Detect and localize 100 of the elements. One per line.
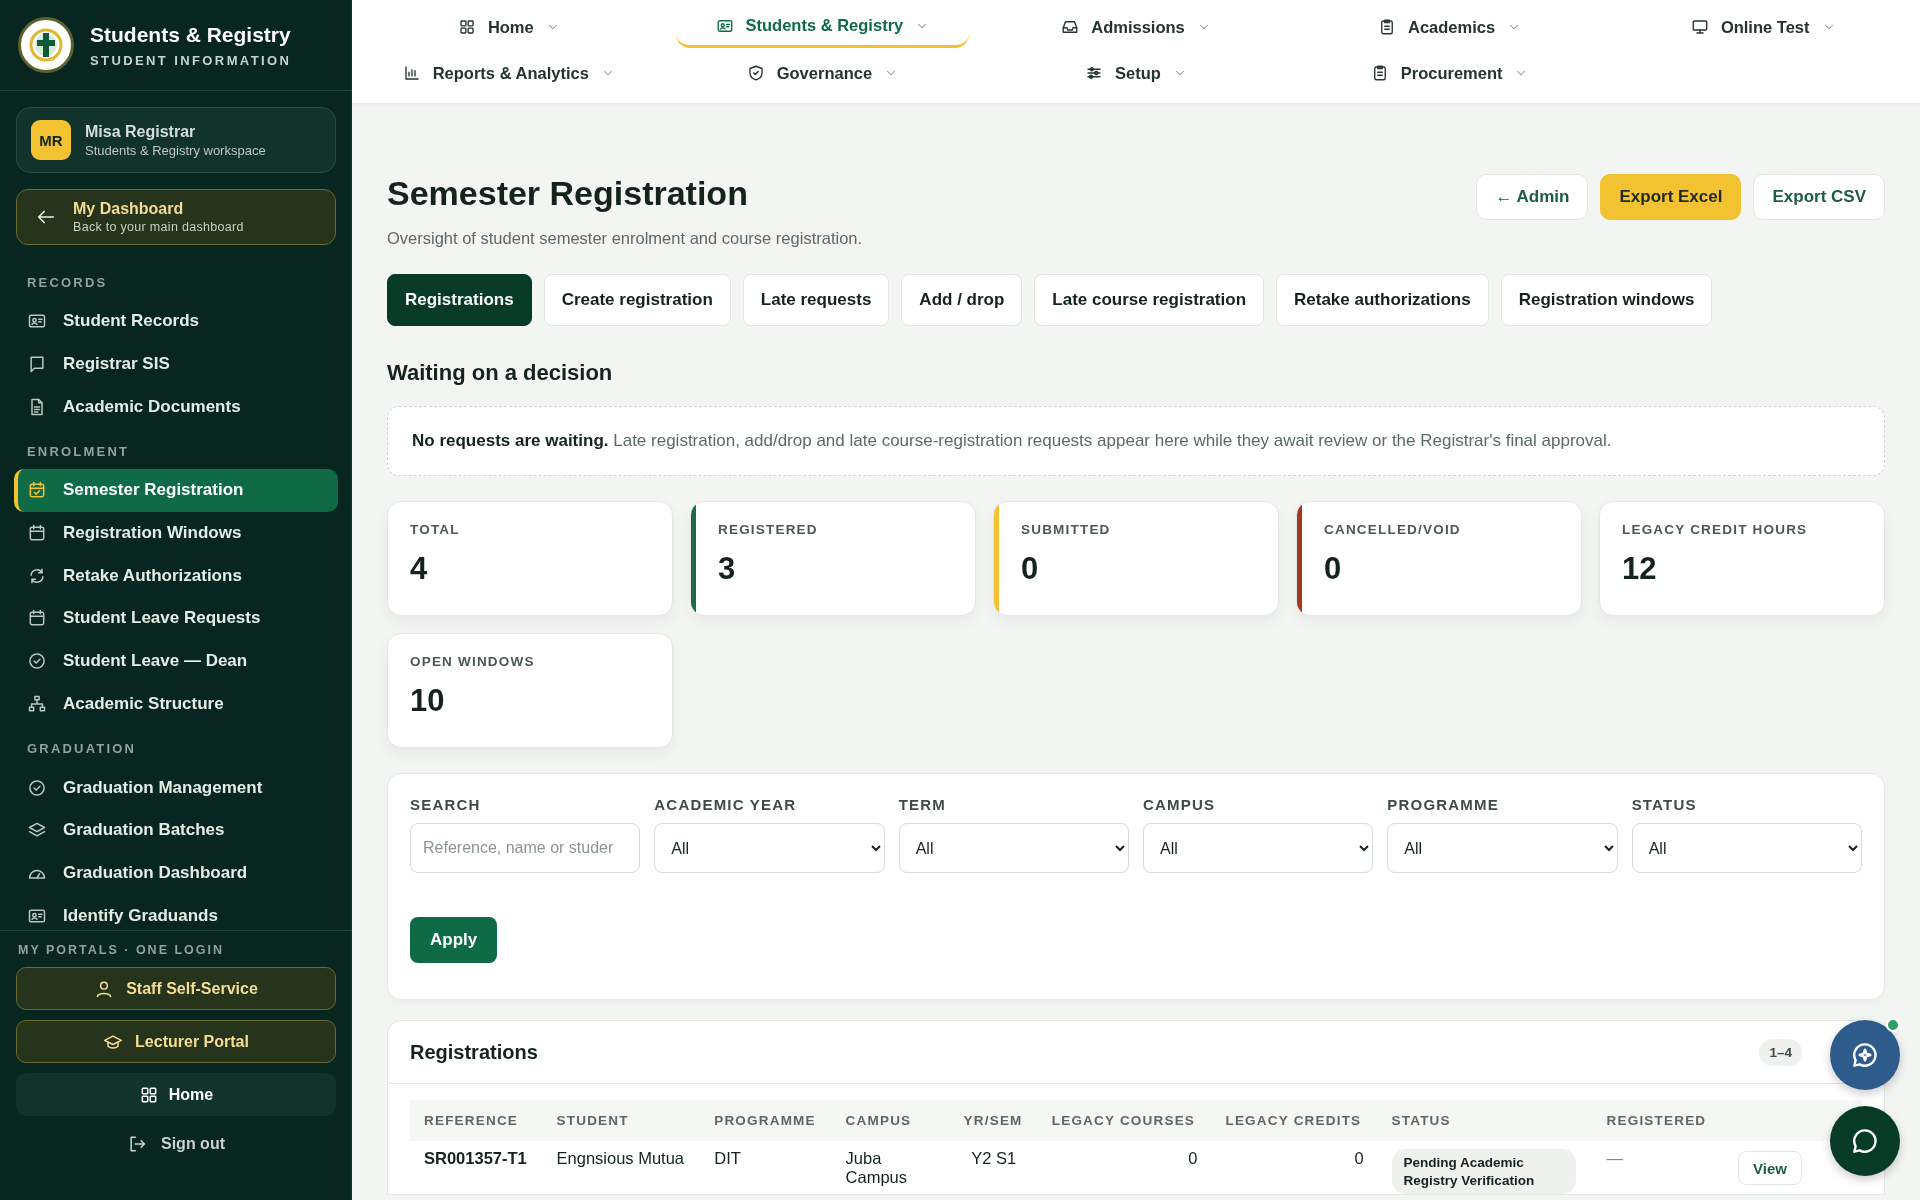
dashboard-link-title: My Dashboard [73,200,185,218]
nav-menu-item[interactable]: Home [417,6,600,48]
section-heading: GRADUATION [26,740,138,759]
field-label: TERM [898,796,947,813]
nav-menu-item[interactable]: Reports & Analytics [362,52,655,94]
table-cell: Y2 S1 [949,1141,1038,1195]
user-workspace: Students & Registry workspace [85,142,266,158]
view-button[interactable]: View [1738,1151,1802,1185]
app-title: Students & Registry [90,22,292,47]
sign-out-icon [127,1134,147,1154]
sidebar-item[interactable]: Retake Authorizations [14,554,338,598]
column-header: STUDENT [542,1100,701,1141]
table-cell: 0 [1211,1141,1378,1195]
apply-button[interactable]: Apply [410,917,498,963]
table-title: Registrations [410,1040,538,1064]
stat-label: OPEN WINDOWS [410,654,535,669]
sidebar-item[interactable]: Graduation Batches [14,808,338,852]
action-button[interactable]: Export CSV [1753,174,1885,220]
portal-button[interactable]: Lecturer Portal [16,1020,336,1063]
stat-value: 12 [1622,551,1658,587]
sign-out-link[interactable]: Sign out [127,1134,225,1154]
column-header: REGISTERED [1592,1100,1723,1141]
dropdown-field[interactable]: All [1631,823,1862,873]
nav-menu-item[interactable]: Students & Registry [675,6,970,48]
check-circle-icon [27,651,47,672]
sidebar-item[interactable]: Graduation Management [14,766,338,809]
monitor-icon [1690,18,1709,36]
portals-heading: MY PORTALS · ONE LOGIN [17,942,226,959]
column-header: LEGACY CREDITS [1211,1100,1378,1141]
inbox-icon [1061,18,1080,36]
section-heading: RECORDS [26,274,109,292]
bar-chart-icon [402,64,421,82]
portal-button[interactable]: Staff Self-Service [16,967,336,1010]
section-heading: ENROLMENT [26,443,131,462]
tab[interactable]: Late course registration [1034,274,1264,326]
column-header: CAMPUS [831,1100,950,1141]
action-button[interactable]: ← Admin [1476,174,1589,220]
note-icon [27,354,47,375]
table-cell: — [1592,1141,1723,1195]
tab[interactable]: Late requests [742,274,890,326]
field-label: CAMPUS [1143,796,1217,813]
tab[interactable]: Registrations [387,274,532,326]
user-name: Misa Registrar [85,122,197,141]
stat-value: 0 [1021,551,1040,587]
home-button[interactable]: Home [16,1073,336,1116]
sidebar-item[interactable]: Identify Graduands [14,894,338,930]
stat-label: SUBMITTED [1021,522,1111,537]
sidebar-item[interactable]: Student Leave Requests [14,597,338,640]
column-header: REFERENCE [410,1100,543,1141]
sidebar-item[interactable]: Registrar SIS [14,342,338,386]
section-title: Waiting on a decision [387,360,614,386]
nav-menu-item[interactable]: Procurement [1330,52,1569,94]
export-button[interactable]: Export Excel [1600,174,1742,220]
sidebar-item[interactable]: Semester Registration [14,469,338,512]
sidebar-item[interactable]: Student Records [14,300,338,343]
dropdown-field[interactable]: All [1143,823,1374,873]
table-cell: SR001357-T1 [410,1141,543,1195]
app-subtitle: STUDENT INFORMATION [90,52,292,68]
range-badge: 1–4 [1759,1038,1802,1066]
stat-value: 0 [1324,551,1343,587]
search-field[interactable]: Reference, name or studer [410,823,641,873]
stat-value: 3 [718,551,737,587]
dropdown-field[interactable]: All [1387,823,1618,873]
university-crest-logo [18,17,74,73]
sidebar-item[interactable]: Student Leave — Dean [14,639,338,683]
sidebar-item[interactable]: Graduation Dashboard [14,851,338,895]
shield-icon [746,64,765,82]
sidebar-item[interactable]: Academic Documents [14,385,338,429]
table-cell: DIT [700,1141,832,1195]
nav-menu-item[interactable]: Online Test [1650,6,1876,48]
table-cell: 0 [1037,1141,1212,1195]
stat-value: 10 [410,683,446,719]
grid-icon [457,18,476,36]
dashboard-link[interactable]: My Dashboard Back to your main dashboard [16,189,336,245]
tab[interactable]: Add / drop [901,274,1023,326]
sidebar-item[interactable]: Registration Windows [14,511,338,555]
page-title: Semester Registration [387,174,749,213]
field-label: ACADEMIC YEAR [654,796,798,813]
empty-state-message: No requests are waiting. Late registration, add/drop and late course-registration requests appear here while they await review or the Registrar's final approval. [387,406,1885,476]
tab[interactable]: Create registration [543,274,731,326]
nav-menu-item[interactable]: Academics [1338,6,1562,48]
nav-menu-item[interactable]: Setup [1045,52,1227,94]
nav-menu-item[interactable]: Admissions [1021,6,1251,48]
field-label: SEARCH [410,796,482,813]
user-avatar: MR [31,120,71,160]
dropdown-field[interactable]: All [654,823,885,873]
table-cell: Juba Campus [831,1141,950,1195]
column-header: YR/SEM [949,1100,1038,1141]
clipboard-icon [1378,18,1396,36]
page-subtitle: Oversight of student semester enrolment and course registration. [387,229,863,248]
dashboard-link-subtitle: Back to your main dashboard [73,220,244,234]
stat-label: REGISTERED [718,522,818,537]
tab[interactable]: Registration windows [1500,274,1713,326]
column-header: PROGRAMME [700,1100,832,1141]
nav-menu-item[interactable]: Governance [706,52,939,94]
field-label: STATUS [1631,796,1698,813]
tab[interactable]: Retake authorizations [1276,274,1489,326]
stat-label: CANCELLED/VOID [1324,522,1461,537]
dropdown-field[interactable]: All [898,823,1129,873]
sidebar-item[interactable]: Academic Structure [14,682,338,726]
